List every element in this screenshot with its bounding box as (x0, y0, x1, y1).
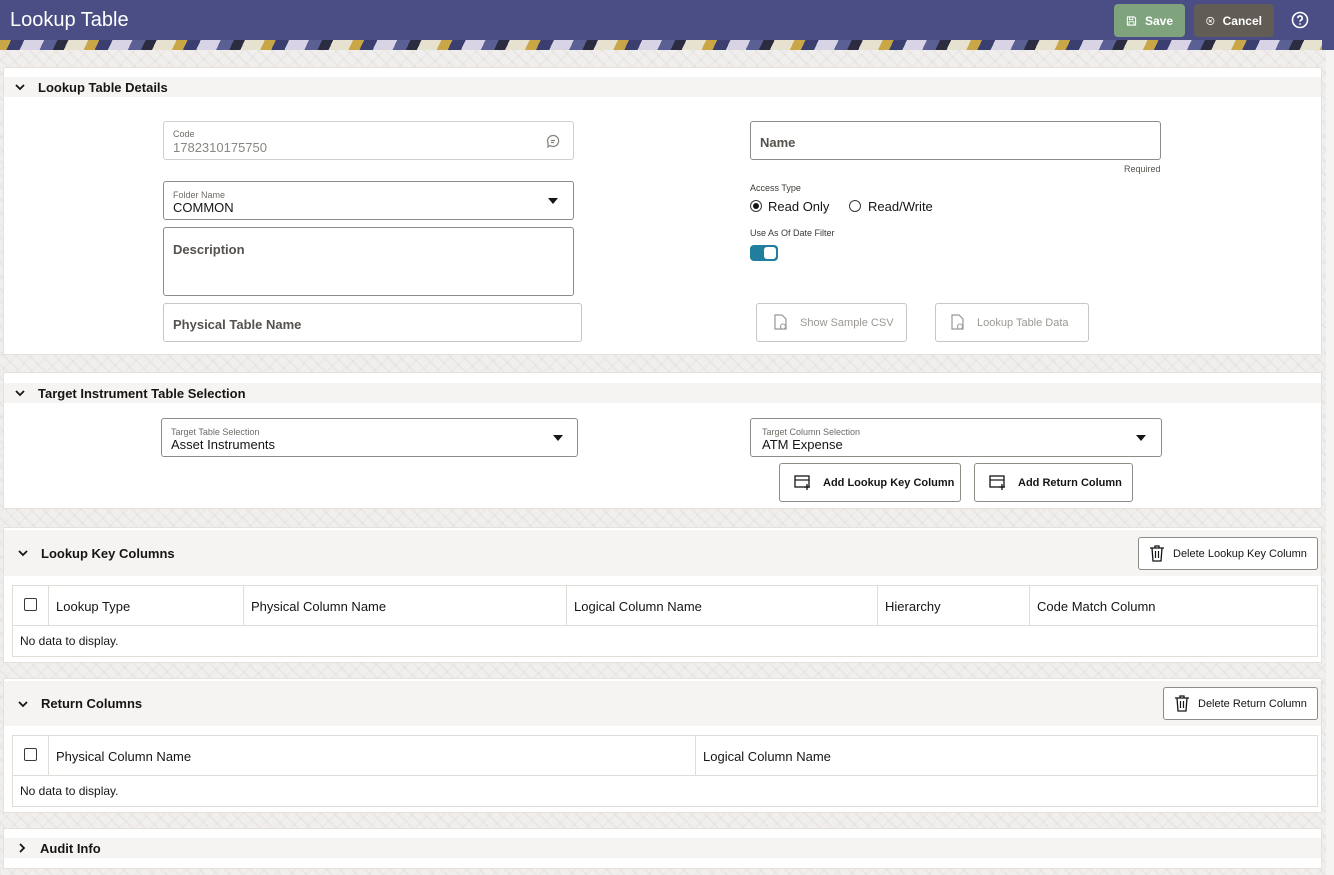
return-columns-header[interactable]: Return Columns (4, 681, 1321, 726)
details-header[interactable]: Lookup Table Details (4, 77, 1321, 97)
folder-value: COMMON (173, 200, 234, 215)
app-header: Lookup Table Save Cancel (0, 0, 1334, 50)
column-header-physical-column-name[interactable]: Physical Column Name (48, 736, 695, 776)
target-table-value: Asset Instruments (171, 437, 276, 452)
column-header-logical-column-name[interactable]: Logical Column Name (695, 736, 1318, 776)
add-lookup-key-column-button[interactable]: Add Lookup Key Column (779, 463, 961, 502)
target-title: Target Instrument Table Selection (38, 385, 246, 401)
empty-table-message: No data to display. (20, 634, 119, 648)
empty-table-message: No data to display. (20, 784, 119, 798)
save-button[interactable]: Save (1114, 4, 1185, 37)
show-sample-csv-button[interactable]: Show Sample CSV (756, 303, 907, 342)
key-columns-header[interactable]: Lookup Key Columns (4, 530, 1321, 576)
name-field[interactable]: Name (750, 121, 1161, 160)
folder-label: Folder Name (173, 190, 226, 200)
chevron-down-icon (18, 701, 28, 708)
audit-title: Audit Info (40, 840, 101, 856)
return-columns-table: Physical Column Name Logical Column Name… (12, 735, 1318, 807)
required-hint: Required (1124, 164, 1161, 174)
name-placeholder: Name (760, 135, 796, 150)
date-filter-label: Use As Of Date Filter (750, 228, 835, 238)
cancel-button[interactable]: Cancel (1194, 4, 1274, 37)
chevron-down-icon (548, 198, 558, 204)
chevron-down-icon (15, 390, 25, 397)
add-return-column-button[interactable]: Add Return Column (974, 463, 1133, 502)
chevron-down-icon (15, 84, 25, 91)
save-label: Save (1144, 13, 1173, 28)
target-table-select[interactable]: Target Table Selection Asset Instruments (161, 418, 578, 457)
target-column-select[interactable]: Target Column Selection ATM Expense (750, 418, 1162, 457)
show-sample-csv-label: Show Sample CSV (800, 316, 894, 329)
help-icon[interactable] (1291, 11, 1309, 29)
toggle-knob (764, 247, 776, 259)
target-column-value: ATM Expense (762, 437, 843, 452)
generate-code-icon[interactable] (545, 133, 561, 149)
key-columns-table: Lookup Type Physical Column Name Logical… (12, 585, 1318, 657)
add-column-icon (794, 475, 810, 490)
description-textarea[interactable]: Description (163, 227, 574, 296)
delete-return-column-button[interactable]: Delete Return Column (1163, 687, 1318, 720)
trash-icon (1175, 695, 1189, 712)
target-column-label: Target Column Selection (762, 427, 861, 437)
select-all-checkbox[interactable] (24, 748, 37, 761)
folder-name-select[interactable]: Folder Name COMMON (163, 181, 574, 220)
delete-lookup-key-label: Delete Lookup Key Column (1173, 547, 1307, 560)
delete-lookup-key-column-button[interactable]: Delete Lookup Key Column (1138, 537, 1318, 570)
document-icon (951, 314, 964, 330)
lookup-table-data-label: Lookup Table Data (977, 316, 1069, 329)
delete-return-label: Delete Return Column (1198, 697, 1307, 710)
description-placeholder: Description (173, 242, 245, 257)
key-columns-table-header: Lookup Type Physical Column Name Logical… (13, 586, 1317, 626)
chevron-right-icon (19, 843, 26, 853)
target-header[interactable]: Target Instrument Table Selection (4, 383, 1321, 403)
lookup-table-data-button[interactable]: Lookup Table Data (935, 303, 1089, 342)
target-table-label: Target Table Selection (171, 427, 260, 437)
scrollbar[interactable] (1326, 50, 1334, 875)
add-return-label: Add Return Column (1018, 476, 1122, 489)
column-header-logical-column-name[interactable]: Logical Column Name (566, 586, 877, 626)
details-title: Lookup Table Details (38, 79, 168, 95)
key-columns-title: Lookup Key Columns (41, 545, 175, 561)
access-type-label: Access Type (750, 183, 801, 193)
code-label: Code (173, 129, 195, 139)
column-header-hierarchy[interactable]: Hierarchy (877, 586, 1029, 626)
add-column-icon (989, 475, 1005, 490)
return-columns-table-header: Physical Column Name Logical Column Name (13, 736, 1317, 776)
chevron-down-icon (1136, 435, 1146, 441)
page-title: Lookup Table (10, 9, 129, 31)
radio-read-write[interactable] (849, 200, 861, 212)
add-lookup-key-label: Add Lookup Key Column (823, 476, 955, 489)
close-circle-icon (1206, 16, 1215, 25)
radio-read-write-label: Read/Write (868, 199, 933, 214)
audit-header[interactable]: Audit Info (4, 838, 1321, 858)
date-filter-toggle[interactable] (750, 245, 778, 261)
physical-table-field[interactable]: Physical Table Name (163, 303, 582, 342)
radio-read-only[interactable] (750, 200, 762, 212)
chevron-down-icon (553, 435, 563, 441)
column-header-code-match-column[interactable]: Code Match Column (1029, 586, 1318, 626)
code-field: Code 1782310175750 (163, 121, 574, 160)
column-header-physical-column-name[interactable]: Physical Column Name (243, 586, 566, 626)
document-icon (774, 314, 787, 330)
cancel-label: Cancel (1222, 13, 1262, 28)
radio-read-only-label: Read Only (768, 199, 830, 214)
return-columns-title: Return Columns (41, 696, 143, 711)
trash-icon (1150, 545, 1164, 562)
code-value: 1782310175750 (173, 140, 267, 155)
chevron-down-icon (18, 550, 28, 557)
physical-table-placeholder: Physical Table Name (173, 317, 302, 332)
select-all-checkbox[interactable] (24, 598, 37, 611)
header-decoration (0, 40, 1322, 50)
save-icon (1126, 15, 1137, 26)
column-header-lookup-type[interactable]: Lookup Type (48, 586, 243, 626)
